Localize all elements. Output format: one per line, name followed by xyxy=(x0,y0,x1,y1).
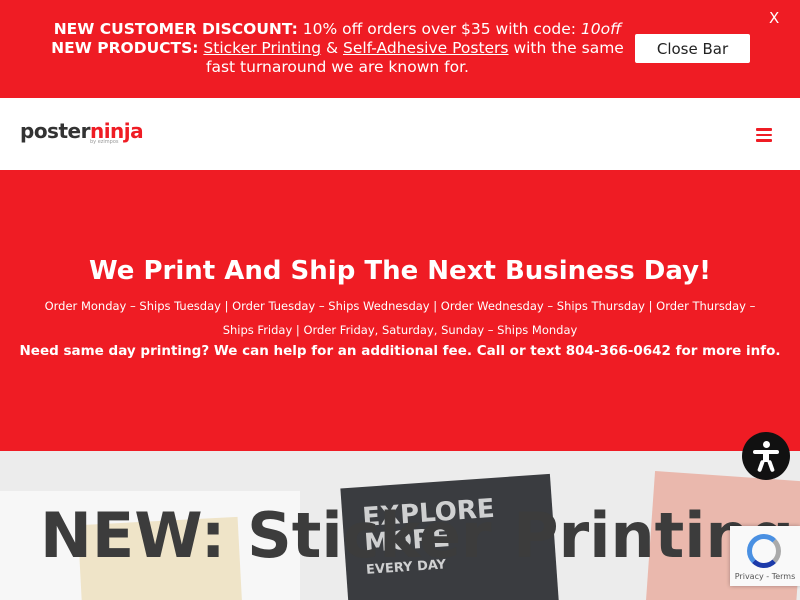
hero-title: We Print And Ship The Next Business Day! xyxy=(89,256,711,286)
self-adhesive-posters-link[interactable]: Self-Adhesive Posters xyxy=(343,39,509,57)
recaptcha-badge[interactable]: Privacy - Terms xyxy=(730,526,800,586)
discount-text: 10% off orders over $35 with code: xyxy=(297,20,581,38)
discount-label: NEW CUSTOMER DISCOUNT: xyxy=(53,20,298,38)
notification-bar: NEW CUSTOMER DISCOUNT: 10% off orders ov… xyxy=(0,0,800,98)
recaptcha-icon xyxy=(747,534,781,568)
hamburger-menu-icon[interactable] xyxy=(756,128,772,142)
logo-text-poster: poster xyxy=(20,119,90,143)
same-day-printing-note: Need same day printing? We can help for … xyxy=(19,343,781,359)
sticker-printing-link[interactable]: Sticker Printing xyxy=(203,39,321,57)
logo-subtext: by ezimpos xyxy=(90,139,119,145)
close-icon[interactable]: X xyxy=(769,9,779,27)
posterninja-logo[interactable]: posterninja by ezimpos xyxy=(20,120,145,150)
notification-message: NEW CUSTOMER DISCOUNT: 10% off orders ov… xyxy=(50,20,625,77)
hero-section: We Print And Ship The Next Business Day!… xyxy=(0,170,800,451)
close-bar-button[interactable]: Close Bar xyxy=(635,34,750,63)
shipping-schedule: Order Monday – Ships Tuesday | Order Tue… xyxy=(44,299,756,337)
discount-code: 10off xyxy=(580,20,622,38)
recaptcha-links[interactable]: Privacy - Terms xyxy=(730,572,800,581)
feature-title: NEW: Sticker Printing! xyxy=(40,499,800,572)
feature-banner: EXPLORE MORE EVERY DAY NEW: Sticker Prin… xyxy=(0,451,800,600)
amp-text: & xyxy=(321,39,343,57)
site-header: posterninja by ezimpos xyxy=(0,98,800,170)
products-label: NEW PRODUCTS: xyxy=(51,39,199,57)
accessibility-icon[interactable] xyxy=(742,432,790,480)
